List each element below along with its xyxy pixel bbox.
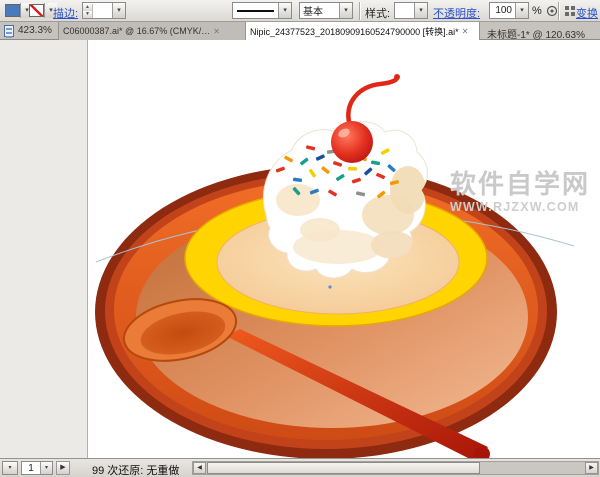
document-tab-1[interactable]: C06000387.ai* @ 16.67% (CMYK/… ✕ — [58, 22, 246, 40]
chevron-down-icon[interactable]: ▾ — [339, 3, 352, 18]
close-tab-icon[interactable]: ✕ — [213, 27, 220, 36]
brush-definition-dropdown[interactable]: 基本 ▾ — [299, 2, 353, 19]
chevron-down-icon[interactable]: ▾ — [112, 3, 125, 18]
watermark-text: 软件自学网 — [450, 169, 590, 199]
cherry-stem-tip — [394, 74, 400, 80]
opacity-panel-link[interactable]: 不透明度: — [433, 5, 480, 21]
percent-label: % — [532, 5, 542, 17]
toolbar-separator — [359, 2, 360, 20]
fill-color-swatch[interactable] — [5, 4, 20, 17]
style-label: 样式: — [365, 5, 390, 21]
status-bar: ▾ 1 ▾ ▶ 99 次还原: 无重做 ◀ ▶ — [0, 458, 600, 477]
tab-title: Nipic_24377523_20180909160524790000 [转换]… — [250, 25, 459, 38]
chevron-down-icon[interactable]: ▾ — [40, 462, 52, 474]
document-zoom-text: 423.3% — [18, 25, 52, 36]
stroke-weight-combo[interactable]: ▲ ▼ ▾ — [82, 2, 126, 19]
chevron-down-icon[interactable]: ▾ — [3, 462, 17, 474]
tab-title: C06000387.ai* @ 16.67% (CMYK/… — [63, 26, 210, 36]
watermark: 软件自学网 WWW.RJZXW.COM — [450, 169, 590, 214]
next-artboard-button[interactable]: ▶ — [56, 461, 70, 475]
illustrator-window: ▾ ▾ 描边: ▲ ▼ ▾ ▾ 基本 ▾ 样式: ▾ — [0, 0, 600, 477]
transform-panel-link[interactable]: 变换 — [576, 5, 598, 21]
close-tab-icon[interactable]: ✕ — [462, 27, 469, 36]
chevron-down-icon[interactable]: ▾ — [515, 3, 528, 18]
floating-document-title[interactable]: 未标题-1* @ 120.63% — [487, 26, 585, 41]
document-tab-2-active[interactable]: Nipic_24377523_20180909160524790000 [转换]… — [246, 22, 480, 40]
toolbar-separator — [558, 2, 559, 20]
anchor-point[interactable] — [328, 285, 331, 288]
scroll-right-icon[interactable]: ▶ — [585, 462, 598, 474]
width-profile-dropdown[interactable]: ▾ — [232, 2, 292, 19]
spinner-down-icon[interactable]: ▼ — [83, 11, 92, 18]
pasteboard[interactable] — [0, 40, 88, 458]
stroke-panel-link[interactable]: 描边: — [53, 5, 78, 21]
artboard-canvas[interactable]: 软件自学网 WWW.RJZXW.COM — [0, 40, 600, 458]
artboard-number[interactable]: 1 — [22, 463, 40, 474]
artwork-ice-cream-sundae[interactable]: 软件自学网 WWW.RJZXW.COM — [88, 40, 600, 458]
chevron-down-icon[interactable]: ▾ — [278, 3, 291, 18]
horizontal-scrollbar[interactable]: ◀ ▶ — [192, 461, 599, 475]
scroll-left-icon[interactable]: ◀ — [193, 462, 206, 474]
status-text: 99 次还原: 无重做 — [92, 462, 179, 477]
chevron-down-icon[interactable]: ▾ — [414, 3, 427, 18]
stroke-none-swatch[interactable] — [29, 4, 44, 17]
zoom-level-dropdown[interactable]: ▾ — [2, 461, 18, 475]
brush-definition-value: 基本 — [300, 3, 339, 18]
ice-cream[interactable] — [264, 74, 428, 278]
spinner-up-icon[interactable]: ▲ — [83, 4, 92, 11]
opacity-value[interactable]: 100 — [490, 5, 515, 16]
opacity-combo[interactable]: 100 ▾ — [489, 2, 529, 19]
cherry — [331, 121, 373, 163]
artboard-navigation-field[interactable]: 1 ▾ — [21, 461, 53, 475]
stroke-line-preview-icon — [237, 10, 274, 12]
document-icon — [4, 25, 14, 37]
watermark-url-text: WWW.RJZXW.COM — [450, 200, 579, 214]
scrollbar-thumb[interactable] — [207, 462, 480, 474]
graphic-style-dropdown[interactable]: ▾ — [394, 2, 428, 19]
control-bar: ▾ ▾ 描边: ▲ ▼ ▾ ▾ 基本 ▾ 样式: ▾ — [0, 0, 600, 22]
stroke-weight-stepper[interactable]: ▲ ▼ — [83, 4, 93, 18]
cherry-stem — [348, 78, 397, 126]
document-tab-bar: 423.3% C06000387.ai* @ 16.67% (CMYK/… ✕ … — [0, 22, 600, 40]
scrollbar-track[interactable] — [206, 462, 585, 474]
